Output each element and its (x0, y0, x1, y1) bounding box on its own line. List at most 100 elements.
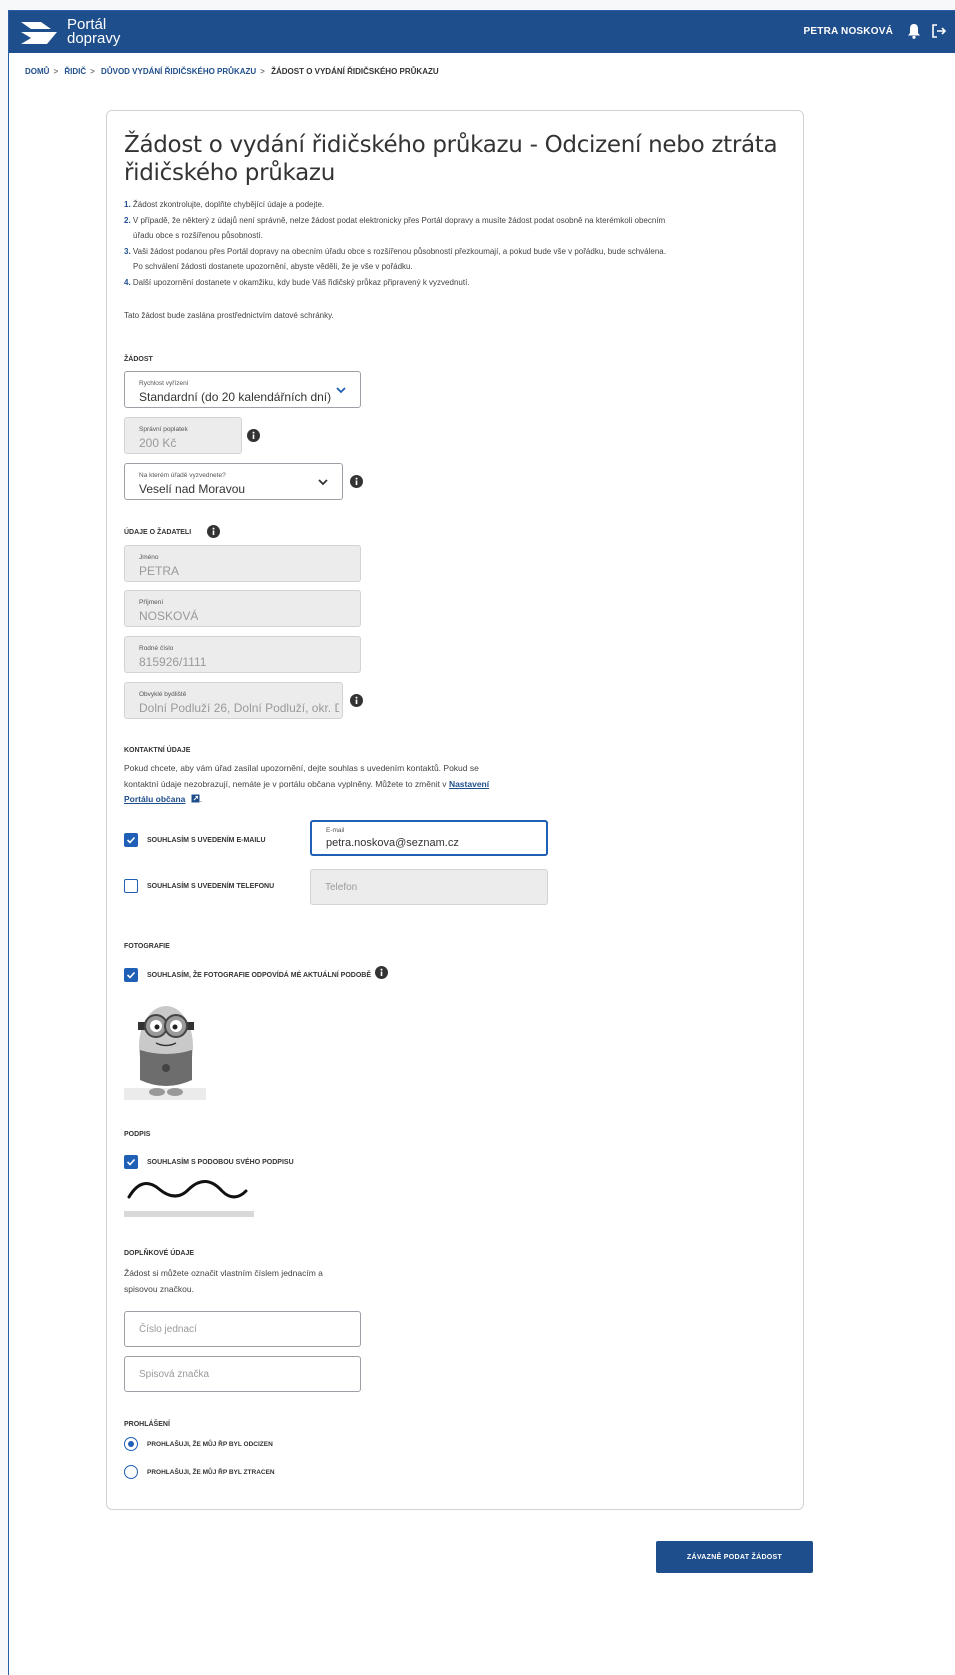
logout-icon[interactable] (931, 23, 947, 39)
step-text: V případě, že některý z údajů není správ… (132, 215, 666, 225)
signature-consent-label[interactable]: SOUHLASÍM S PODOBOU SVÉHO PODPISU (147, 1159, 294, 1166)
last-name-value: NOSKOVÁ (139, 609, 199, 623)
contact-info-text: Pokud chcete, aby vám úřad zasílal upozo… (124, 761, 584, 808)
email-input[interactable]: E-mail petra.noskova@seznam.cz (310, 820, 548, 856)
step-number: 4. (124, 277, 131, 287)
phone-input: Telefon (310, 869, 548, 905)
breadcrumb: DOMŮ > ŘIDIČ > DŮVOD VYDÁNÍ ŘIDIČSKÉHO PRŮ… (25, 67, 443, 76)
page-frame: Portál dopravy PETRA NOSKOVÁ DOMŮ > ŘIDIČ… (8, 10, 955, 1675)
application-form-card: Žádost o vydání řidičského průkazu - Odc… (106, 110, 804, 1510)
section-zadost: ŽÁDOST (124, 356, 153, 363)
first-name-field: Jméno PETRA (124, 545, 361, 582)
portal-logo-icon[interactable] (19, 20, 59, 46)
radio-stolen[interactable] (124, 1437, 138, 1451)
submit-application-button[interactable]: ZÁVAZNĚ PODAT ŽÁDOST (656, 1541, 813, 1573)
breadcrumb-current: ŽÁDOST O VYDÁNÍ ŘIDIČSKÉHO PRŮKAZU (271, 67, 439, 76)
checkmark-icon (126, 836, 136, 844)
email-value: petra.noskova@seznam.cz (326, 837, 459, 849)
section-contact: KONTAKTNÍ ÚDAJE (124, 747, 191, 754)
step-4: 4. Další upozornění dostanete v okamžiku… (124, 275, 794, 291)
office-label: Na kterém úřadě vyzvednete? (139, 472, 226, 479)
chevron-down-icon (336, 387, 346, 394)
last-name-field: Příjmení NOSKOVÁ (124, 590, 361, 627)
contact-text-line2-body: kontaktní údaje nezobrazují, nemáte je v… (124, 778, 447, 789)
contact-text-line3: Portálu občana . (124, 792, 584, 808)
breadcrumb-home[interactable]: DOMŮ (25, 67, 49, 76)
applicant-photo (124, 988, 206, 1100)
step-3-cont: Po schválení žádosti dostanete upozorněn… (133, 262, 413, 271)
email-consent-checkbox[interactable] (124, 833, 138, 847)
radio-lost[interactable] (124, 1465, 138, 1479)
info-icon[interactable] (375, 966, 388, 979)
speed-value: Standardní (do 20 kalendářních dní) (139, 390, 332, 404)
checkmark-icon (126, 971, 136, 979)
speed-label: Rychlost vyřízení (139, 380, 189, 387)
residence-field: Obvyklé bydliště Dolní Podluží 26, Dolní… (124, 682, 343, 719)
period: . (199, 794, 203, 804)
extra-info-text: Žádost si můžete označit vlastním číslem… (124, 1266, 384, 1297)
file-mark-input[interactable]: Spisová značka (124, 1356, 361, 1392)
settings-link-part1[interactable]: Nastavení (449, 779, 489, 789)
office-value: Veselí nad Moravou (139, 482, 246, 496)
first-name-label: Jméno (139, 554, 159, 561)
step-number: 1. (124, 200, 131, 209)
breadcrumb-separator: > (53, 67, 59, 76)
breadcrumb-driver[interactable]: ŘIDIČ (64, 67, 86, 76)
office-select[interactable]: Na kterém úřadě vyzvednete? Veselí nad M… (124, 463, 343, 500)
datova-schranka-note: Tato žádost bude zaslána prostřednictvím… (124, 311, 334, 320)
portal-logo-text[interactable]: Portál dopravy (67, 17, 121, 47)
breadcrumb-separator: > (260, 67, 265, 76)
step-number: 3. (124, 246, 131, 256)
section-applicant: ÚDAJE O ŽADATELI (124, 529, 192, 536)
extra-text-line2: spisovou značkou. (124, 1283, 194, 1294)
section-photo: FOTOGRAFIE (124, 943, 170, 950)
chevron-down-icon (318, 479, 328, 486)
extra-text-line1: Žádost si můžete označit vlastním číslem… (124, 1268, 323, 1278)
section-declaration: PROHLÁŠENÍ (124, 1421, 170, 1428)
user-name[interactable]: PETRA NOSKOVÁ (804, 26, 893, 37)
reference-number-input[interactable]: Číslo jednací (124, 1311, 361, 1347)
contact-text-line1: Pokud chcete, aby vám úřad zasílal upozo… (124, 763, 479, 773)
settings-link-part2[interactable]: Portálu občana (124, 794, 185, 804)
photo-consent-checkbox[interactable] (124, 968, 138, 982)
info-icon[interactable] (247, 429, 260, 442)
radio-stolen-label[interactable]: PROHLAŠUJI, ŽE MŮJ ŘP BYL ODCIZEN (147, 1441, 273, 1448)
step-text: Další upozornění dostanete v okamžiku, k… (132, 277, 470, 287)
top-header: Portál dopravy PETRA NOSKOVÁ (9, 11, 955, 53)
email-label: E-mail (326, 827, 345, 834)
last-name-label: Příjmení (139, 599, 164, 606)
external-link-icon[interactable] (191, 794, 200, 803)
breadcrumb-reason[interactable]: DŮVOD VYDÁNÍ ŘIDIČSKÉHO PRŮKAZU (101, 67, 256, 76)
residence-label: Obvyklé bydliště (139, 691, 187, 698)
step-2-cont: úřadu obce s rozšířenou působností. (133, 231, 263, 240)
birth-number-label: Rodné číslo (139, 645, 174, 652)
reference-number-placeholder: Číslo jednací (139, 1324, 197, 1335)
logo-line2: dopravy (67, 30, 121, 47)
photo-consent-label[interactable]: SOUHLASÍM, ŽE FOTOGRAFIE ODPOVÍDÁ MÉ AKT… (147, 972, 371, 979)
section-signature: PODPIS (124, 1131, 151, 1138)
page-title: Žádost o vydání řidičského průkazu - Odc… (124, 132, 778, 186)
phone-consent-label[interactable]: SOUHLASÍM S UVEDENÍM TELEFONU (147, 883, 274, 890)
email-consent-label[interactable]: SOUHLASÍM S UVEDENÍM E-MAILU (147, 837, 266, 844)
fee-field: Správní poplatek 200 Kč (124, 417, 242, 454)
info-icon[interactable] (350, 475, 363, 488)
section-extra: DOPLŇKOVÉ ÚDAJE (124, 1250, 195, 1257)
breadcrumb-separator: > (90, 67, 95, 76)
radio-lost-label[interactable]: PROHLAŠUJI, ŽE MŮJ ŘP BYL ZTRACEN (147, 1469, 275, 1476)
phone-consent-checkbox[interactable] (124, 879, 138, 893)
speed-select[interactable]: Rychlost vyřízení Standardní (do 20 kale… (124, 371, 361, 408)
fee-value: 200 Kč (139, 436, 177, 450)
info-icon[interactable] (350, 694, 363, 707)
step-text: Žádost zkontrolujte, doplňte chybějící ú… (132, 200, 325, 209)
birth-number-value: 815926/1111 (139, 655, 207, 669)
phone-placeholder: Telefon (325, 882, 358, 893)
step-2: 2. V případě, že některý z údajů není sp… (124, 213, 794, 229)
bell-icon[interactable] (907, 23, 921, 39)
step-text: Vaši žádost podanou přes Portál dopravy … (132, 246, 666, 256)
contact-text-line2: kontaktní údaje nezobrazují, nemáte je v… (124, 777, 584, 793)
file-mark-placeholder: Spisová značka (139, 1369, 210, 1380)
info-icon[interactable] (207, 525, 220, 538)
fee-label: Správní poplatek (139, 426, 188, 433)
step-3: 3. Vaši žádost podanou přes Portál dopra… (124, 244, 794, 260)
step-number: 2. (124, 215, 131, 225)
